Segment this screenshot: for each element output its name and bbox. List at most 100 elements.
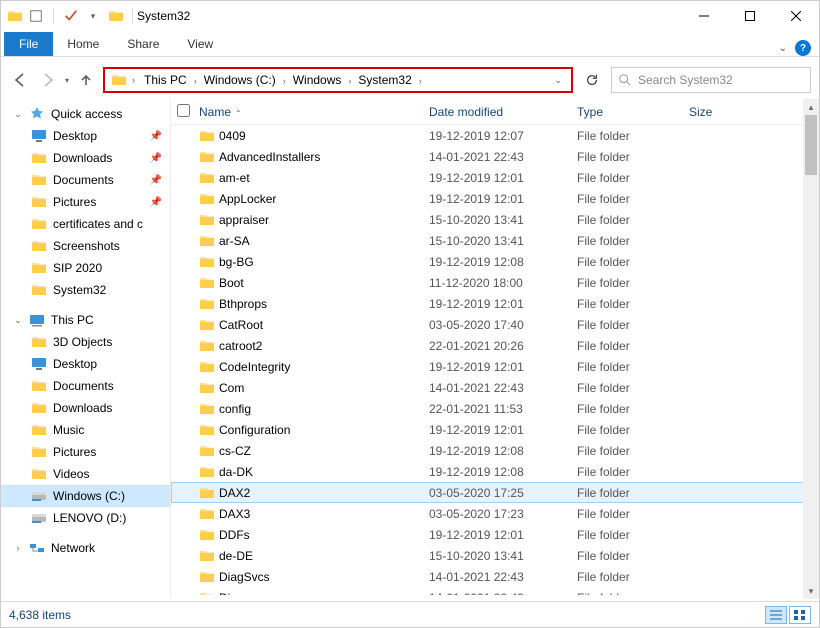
sidebar-item[interactable]: Pictures📌 (1, 191, 170, 213)
breadcrumb[interactable]: Windows (289, 73, 346, 87)
recent-locations-icon[interactable]: ▾ (65, 76, 69, 85)
folder-icon (199, 506, 219, 522)
chevron-right-icon[interactable]: › (416, 76, 425, 86)
qat-overflow-icon[interactable]: ▾ (84, 7, 102, 25)
breadcrumb[interactable]: This PC (140, 73, 191, 87)
table-row[interactable]: DAX2 03-05-2020 17:25 File folder (171, 482, 819, 503)
sidebar-item[interactable]: Downloads📌 (1, 147, 170, 169)
table-row[interactable]: de-DE 15-10-2020 13:41 File folder (171, 545, 819, 566)
chevron-right-icon[interactable]: › (280, 76, 289, 86)
folder-icon (199, 296, 219, 312)
table-row[interactable]: da-DK 19-12-2019 12:08 File folder (171, 461, 819, 482)
table-row[interactable]: DDFs 19-12-2019 12:01 File folder (171, 524, 819, 545)
tab-view[interactable]: View (173, 32, 227, 56)
table-row[interactable]: CodeIntegrity 19-12-2019 12:01 File fold… (171, 356, 819, 377)
sidebar-item[interactable]: Music (1, 419, 170, 441)
3d-icon (31, 334, 47, 350)
table-row[interactable]: cs-CZ 19-12-2019 12:08 File folder (171, 440, 819, 461)
pc-icon (29, 312, 45, 328)
music-icon (31, 422, 47, 438)
forward-button[interactable] (37, 69, 59, 91)
table-row[interactable]: catroot2 22-01-2021 20:26 File folder (171, 335, 819, 356)
table-row[interactable]: am-et 19-12-2019 12:01 File folder (171, 167, 819, 188)
tab-file[interactable]: File (4, 32, 53, 56)
minimize-button[interactable] (681, 1, 727, 31)
table-row[interactable]: DiagSvcs 14-01-2021 22:43 File folder (171, 566, 819, 587)
window-folder-icon (108, 8, 124, 24)
ribbon-collapse-icon[interactable]: ⌄ (779, 43, 787, 54)
statusbar: 4,638 items (1, 601, 819, 627)
folder-icon (199, 422, 219, 438)
back-button[interactable] (9, 69, 31, 91)
table-row[interactable]: ar-SA 15-10-2020 13:41 File folder (171, 230, 819, 251)
sidebar-item[interactable]: Videos (1, 463, 170, 485)
qat-check-icon[interactable] (62, 7, 80, 25)
column-type[interactable]: Type (577, 105, 689, 119)
table-row[interactable]: appraiser 15-10-2020 13:41 File folder (171, 209, 819, 230)
details-view-button[interactable] (765, 606, 787, 624)
refresh-button[interactable] (579, 67, 605, 93)
sidebar-item[interactable]: 3D Objects (1, 331, 170, 353)
sidebar-item[interactable]: LENOVO (D:) (1, 507, 170, 529)
column-date[interactable]: Date modified (429, 105, 577, 119)
address-bar[interactable]: › This PC›Windows (C:)›Windows›System32›… (103, 67, 573, 93)
table-row[interactable]: AppLocker 19-12-2019 12:01 File folder (171, 188, 819, 209)
up-button[interactable] (75, 69, 97, 91)
table-row[interactable]: CatRoot 03-05-2020 17:40 File folder (171, 314, 819, 335)
sidebar-item[interactable]: Documents (1, 375, 170, 397)
folder-icon (31, 216, 47, 232)
breadcrumb[interactable]: System32 (354, 73, 415, 87)
close-button[interactable] (773, 1, 819, 31)
table-row[interactable]: AdvancedInstallers 14-01-2021 22:43 File… (171, 146, 819, 167)
help-icon[interactable]: ? (795, 40, 811, 56)
sidebar-quick-access[interactable]: ⌄ Quick access (1, 103, 170, 125)
sidebar-item[interactable]: Pictures (1, 441, 170, 463)
sidebar-item[interactable]: Screenshots (1, 235, 170, 257)
table-row[interactable]: config 22-01-2021 11:53 File folder (171, 398, 819, 419)
scrollbar-thumb[interactable] (805, 115, 817, 175)
videos-icon (31, 466, 47, 482)
table-row[interactable]: Configuration 19-12-2019 12:01 File fold… (171, 419, 819, 440)
ribbon: File HomeShareView ⌄ ? (1, 31, 819, 57)
sidebar-item[interactable]: Downloads (1, 397, 170, 419)
documents-icon (31, 378, 47, 394)
search-icon (618, 73, 632, 87)
sidebar-item[interactable]: certificates and c (1, 213, 170, 235)
vertical-scrollbar[interactable]: ▴ ▾ (803, 99, 819, 599)
maximize-button[interactable] (727, 1, 773, 31)
column-name[interactable]: Name⌃ (199, 105, 429, 119)
search-input[interactable]: Search System32 (611, 67, 811, 93)
icons-view-button[interactable] (789, 606, 811, 624)
column-size[interactable]: Size (689, 105, 769, 119)
sidebar-this-pc[interactable]: ⌄ This PC (1, 309, 170, 331)
scroll-down-icon[interactable]: ▾ (803, 583, 819, 599)
sidebar-item[interactable]: System32 (1, 279, 170, 301)
table-row[interactable]: Boot 11-12-2020 18:00 File folder (171, 272, 819, 293)
documents-icon (31, 172, 47, 188)
sidebar-item[interactable]: Desktop (1, 353, 170, 375)
chevron-right-icon[interactable]: › (191, 76, 200, 86)
table-row[interactable]: bg-BG 19-12-2019 12:08 File folder (171, 251, 819, 272)
sidebar-network[interactable]: › Network (1, 537, 170, 559)
sidebar-item[interactable]: SIP 2020 (1, 257, 170, 279)
address-dropdown-icon[interactable]: ⌄ (551, 75, 565, 86)
table-row[interactable]: Dism 14-01-2021 22:43 File folder (171, 587, 819, 595)
table-row[interactable]: DAX3 03-05-2020 17:23 File folder (171, 503, 819, 524)
table-row[interactable]: Bthprops 19-12-2019 12:01 File folder (171, 293, 819, 314)
tab-share[interactable]: Share (113, 32, 173, 56)
folder-icon (199, 128, 219, 144)
downloads-icon (31, 150, 47, 166)
breadcrumb[interactable]: Windows (C:) (200, 73, 280, 87)
drive-icon (31, 510, 47, 526)
folder-icon (199, 401, 219, 417)
select-all-checkbox[interactable] (177, 104, 190, 117)
table-row[interactable]: 0409 19-12-2019 12:07 File folder (171, 125, 819, 146)
sidebar-item[interactable]: Desktop📌 (1, 125, 170, 147)
tab-home[interactable]: Home (53, 32, 113, 56)
sidebar-item[interactable]: Windows (C:) (1, 485, 170, 507)
scroll-up-icon[interactable]: ▴ (803, 99, 819, 115)
folder-icon (199, 527, 219, 543)
table-row[interactable]: Com 14-01-2021 22:43 File folder (171, 377, 819, 398)
sidebar-item[interactable]: Documents📌 (1, 169, 170, 191)
qat-properties-icon[interactable] (27, 7, 45, 25)
